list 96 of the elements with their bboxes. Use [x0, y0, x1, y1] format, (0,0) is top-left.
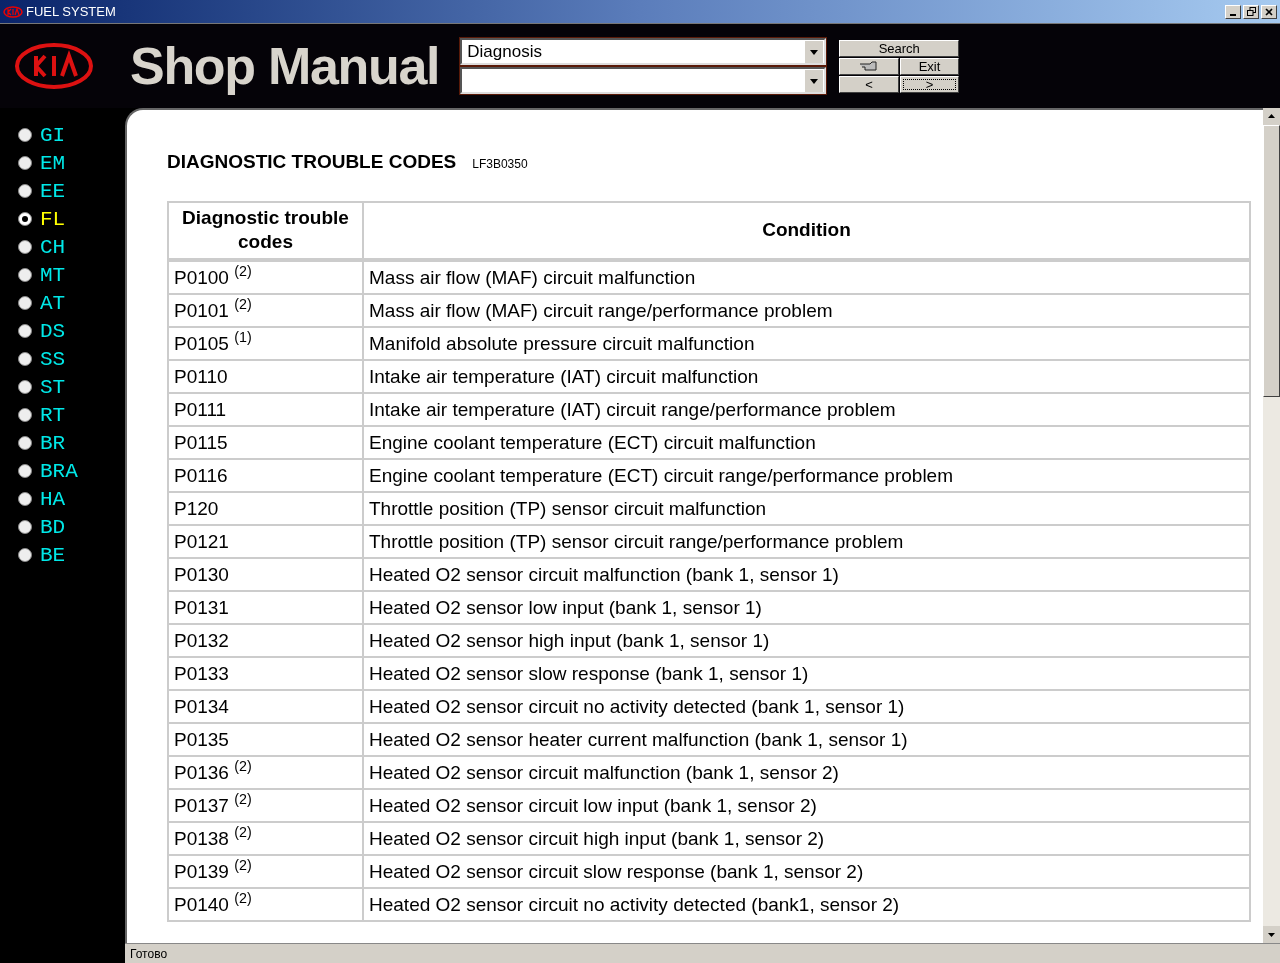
table-cell: P0137 $^{(2)}$: [168, 788, 363, 822]
radio-icon: [18, 324, 32, 338]
table-cell: Heated O2 sensor slow response (bank 1, sensor 1): [363, 656, 1250, 690]
radio-icon: [18, 548, 32, 562]
nav-button[interactable]: <: [839, 75, 899, 93]
table-cell: Manifold absolute pressure circuit malfunction: [363, 326, 1250, 360]
sidebar-item[interactable]: EM: [18, 152, 125, 174]
dropdown-field[interactable]: Diagnosis: [460, 38, 827, 65]
radio-icon: [18, 520, 32, 534]
sidebar-item[interactable]: BRA: [18, 460, 125, 482]
radio-icon: [18, 436, 32, 450]
table-cell: Heated O2 sensor circuit slow response (bank 1, sensor 2): [363, 854, 1250, 888]
table-cell: Heated O2 sensor circuit malfunction (bank 1, sensor 1): [363, 557, 1250, 591]
table-cell: P0100 $^{(2)}$: [168, 259, 363, 294]
table-cell: Heated O2 sensor circuit high input (bank 1, sensor 2): [363, 821, 1250, 855]
table-cell: Engine coolant temperature (ECT) circuit malfunction: [363, 425, 1250, 459]
table-cell: P0131: [168, 590, 363, 624]
radio-icon: [18, 408, 32, 422]
sidebar-item[interactable]: AT: [18, 292, 125, 314]
table-cell: Heated O2 sensor circuit malfunction (bank 1, sensor 2): [363, 755, 1250, 789]
document-title: DIAGNOSTIC TROUBLE CODES: [167, 150, 457, 174]
table-cell: Heated O2 sensor circuit low input (bank 1, sensor 2): [363, 788, 1250, 822]
table-cell: P0105 $^{(1)}$: [168, 326, 363, 360]
sidebar-item[interactable]: CH: [18, 236, 125, 258]
table-cell: P0130: [168, 557, 363, 591]
sidebar-item[interactable]: EE: [18, 180, 125, 202]
table-cell: P120: [168, 491, 363, 525]
table-cell: P0110: [168, 359, 363, 393]
table-cell: P0136 $^{(2)}$: [168, 755, 363, 789]
table-cell: Throttle position (TP) sensor circuit malfunction: [363, 491, 1250, 525]
scroll-up-icon[interactable]: [1263, 108, 1280, 125]
scroll-down-icon[interactable]: [1263, 926, 1280, 943]
table-cell: Heated O2 sensor heater current malfunction (bank 1, sensor 1): [363, 722, 1250, 756]
table-cell: P0139 $^{(2)}$: [168, 854, 363, 888]
minimize-button[interactable]: [1225, 4, 1241, 19]
close-icon: [1265, 7, 1273, 16]
restore-button[interactable]: [1243, 4, 1259, 19]
column-header: Diagnostic trouble codes: [168, 201, 363, 260]
table-cell: P0138 $^{(2)}$: [168, 821, 363, 855]
nav-button[interactable]: Search: [839, 39, 960, 57]
restore-icon: [1246, 7, 1256, 16]
minimize-icon: [1230, 13, 1236, 16]
logo-icon: [14, 42, 94, 90]
radio-icon: [18, 268, 32, 282]
logo-icon: [3, 5, 23, 18]
close-button[interactable]: [1261, 4, 1277, 19]
table-cell: Heated O2 sensor circuit no activity detected (bank1, sensor 2): [363, 887, 1250, 921]
radio-icon: [18, 296, 32, 310]
sidebar-item[interactable]: GI: [18, 124, 125, 146]
table-cell: P0132: [168, 623, 363, 657]
radio-icon: [18, 128, 32, 142]
table-cell: P0111: [168, 392, 363, 426]
sidebar-item[interactable]: RT: [18, 404, 125, 426]
table-cell: Mass air flow (MAF) circuit range/performance problem: [363, 293, 1250, 327]
window-title: FUEL SYSTEM: [26, 2, 116, 21]
radio-icon: [18, 240, 32, 254]
sidebar-item[interactable]: MT: [18, 264, 125, 286]
sidebar-item[interactable]: SS: [18, 348, 125, 370]
table-cell: Engine coolant temperature (ECT) circuit range/performance problem: [363, 458, 1250, 492]
table-cell: Intake air temperature (IAT) circuit malfunction: [363, 359, 1250, 393]
radio-icon: [18, 464, 32, 478]
document-id: LF3B0350: [472, 156, 528, 173]
radio-icon: [18, 212, 32, 226]
radio-icon: [18, 352, 32, 366]
table-cell: Mass air flow (MAF) circuit malfunction: [363, 259, 1250, 294]
status-text: Готово: [130, 945, 168, 963]
table-cell: P0115: [168, 425, 363, 459]
nav-button[interactable]: Exit: [899, 57, 960, 75]
table-cell: Intake air temperature (IAT) circuit range/performance problem: [363, 392, 1250, 426]
table-cell: P0133: [168, 656, 363, 690]
pointing-hand-icon: [859, 61, 879, 71]
table-cell: P0101 $^{(2)}$: [168, 293, 363, 327]
scroll-thumb[interactable]: [1263, 125, 1280, 397]
radio-icon: [18, 380, 32, 394]
nav-button[interactable]: >: [899, 75, 960, 93]
sidebar-item[interactable]: BR: [18, 432, 125, 454]
table-cell: P0121: [168, 524, 363, 558]
table-cell: Throttle position (TP) sensor circuit range/performance problem: [363, 524, 1250, 558]
column-header: Condition: [363, 201, 1250, 260]
radio-icon: [18, 156, 32, 170]
sidebar-item[interactable]: BE: [18, 544, 125, 566]
radio-icon: [18, 184, 32, 198]
sidebar-item[interactable]: HA: [18, 488, 125, 510]
sidebar-item[interactable]: BD: [18, 516, 125, 538]
table-cell: Heated O2 sensor low input (bank 1, sensor 1): [363, 590, 1250, 624]
sidebar-item[interactable]: DS: [18, 320, 125, 342]
table-cell: P0140 $^{(2)}$: [168, 887, 363, 921]
table-cell: Heated O2 sensor circuit no activity detected (bank 1, sensor 1): [363, 689, 1250, 723]
table-cell: Heated O2 sensor high input (bank 1, sensor 1): [363, 623, 1250, 657]
pointing-hand-button[interactable]: [839, 57, 899, 75]
table-cell: P0135: [168, 722, 363, 756]
table-cell: P0134: [168, 689, 363, 723]
table-cell: P0116: [168, 458, 363, 492]
sidebar-item[interactable]: FL: [18, 208, 125, 230]
sidebar-item[interactable]: ST: [18, 376, 125, 398]
radio-icon: [18, 492, 32, 506]
